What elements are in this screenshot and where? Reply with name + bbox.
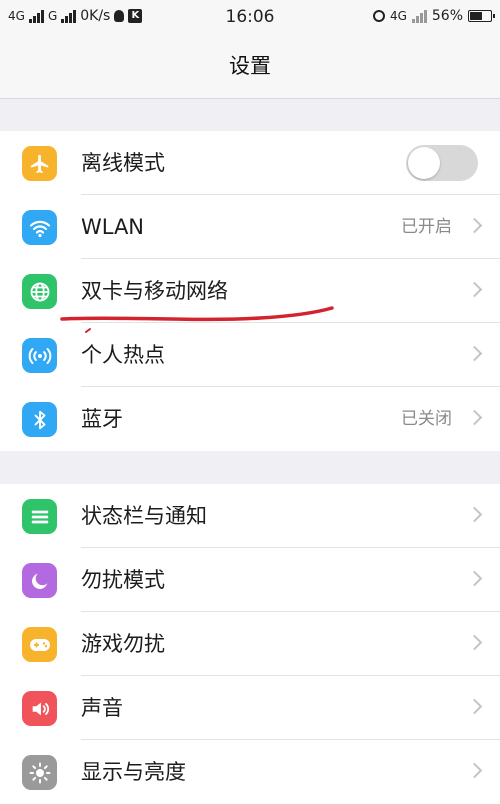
chevron-right-icon <box>466 217 483 234</box>
hotspot-icon <box>22 338 57 373</box>
setting-row-hotspot[interactable]: 个人热点 <box>0 323 500 387</box>
settings-group-system: 状态栏与通知 勿扰模式 游戏勿扰 声音 显示与亮度 <box>0 484 500 804</box>
setting-label: 双卡与移动网络 <box>81 279 228 303</box>
setting-label: 离线模式 <box>81 151 165 175</box>
network-type-3: 4G <box>389 9 407 23</box>
setting-row-dual-sim[interactable]: 双卡与移动网络 <box>0 259 500 323</box>
gamepad-icon <box>22 627 57 662</box>
notification-icon <box>22 499 57 534</box>
setting-label: 状态栏与通知 <box>81 504 207 528</box>
setting-label: WLAN <box>81 215 145 239</box>
setting-label: 游戏勿扰 <box>81 632 165 656</box>
setting-row-dnd[interactable]: 勿扰模式 <box>0 548 500 612</box>
setting-row-sound[interactable]: 声音 <box>0 676 500 740</box>
chevron-right-icon <box>466 506 483 523</box>
chevron-right-icon <box>466 762 483 779</box>
settings-group-connectivity: 离线模式 WLAN 已开启 双卡与移动网络 个人热点 蓝牙 已关闭 <box>0 131 500 451</box>
toggle-knob <box>408 147 440 179</box>
setting-row-statusbar-notifications[interactable]: 状态栏与通知 <box>0 484 500 548</box>
chevron-right-icon <box>466 345 483 362</box>
signal-icon <box>411 9 427 23</box>
chevron-right-icon <box>466 281 483 298</box>
airplane-toggle[interactable] <box>406 145 478 181</box>
page-title: 设置 <box>0 34 500 99</box>
setting-row-game-dnd[interactable]: 游戏勿扰 <box>0 612 500 676</box>
setting-label: 个人热点 <box>81 343 165 367</box>
chevron-right-icon <box>466 634 483 651</box>
sun-icon <box>22 755 57 790</box>
globe-icon <box>22 274 57 309</box>
moon-icon <box>22 563 57 598</box>
status-bar: 4G G 0K/s K 16:06 4G 56% <box>0 0 500 34</box>
wifi-icon <box>22 210 57 245</box>
alarm-icon <box>372 10 385 22</box>
speaker-icon <box>22 691 57 726</box>
chevron-right-icon <box>466 570 483 587</box>
chevron-right-icon <box>466 409 483 426</box>
setting-label: 显示与亮度 <box>81 760 186 784</box>
setting-label: 声音 <box>81 696 123 720</box>
airplane-icon <box>22 146 57 181</box>
setting-value: 已开启 <box>401 217 452 237</box>
setting-label: 勿扰模式 <box>81 568 165 592</box>
setting-label: 蓝牙 <box>81 407 123 431</box>
battery-icon <box>468 10 495 22</box>
chevron-right-icon <box>466 698 483 715</box>
battery-percent: 56% <box>431 8 463 24</box>
bluetooth-icon <box>22 402 57 437</box>
setting-row-wlan[interactable]: WLAN 已开启 <box>0 195 500 259</box>
setting-row-airplane[interactable]: 离线模式 <box>0 131 500 195</box>
setting-row-bluetooth[interactable]: 蓝牙 已关闭 <box>0 387 500 451</box>
status-right: 4G 56% <box>372 8 495 24</box>
setting-row-display[interactable]: 显示与亮度 <box>0 740 500 804</box>
setting-value: 已关闭 <box>401 409 452 429</box>
